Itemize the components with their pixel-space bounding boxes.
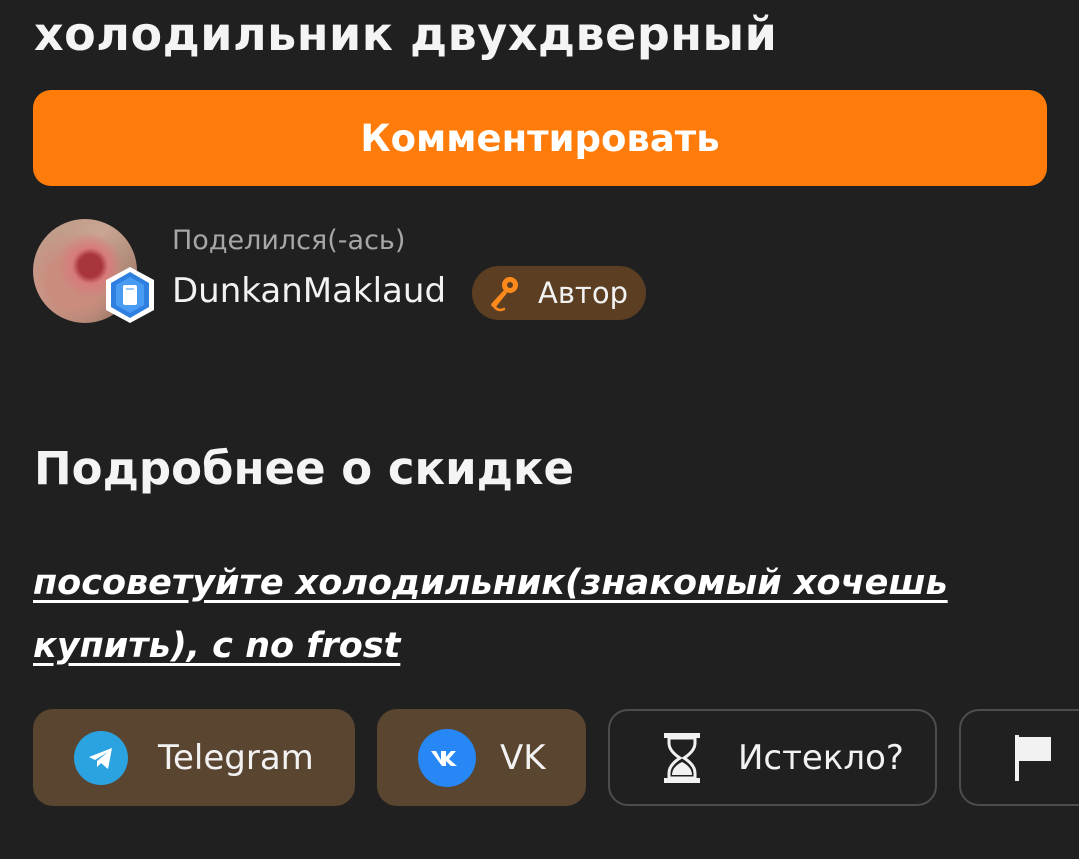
section-title: Подробнее о скидке (34, 442, 574, 495)
mark-expired-label: Истекло? (738, 737, 904, 778)
telegram-icon (74, 730, 128, 785)
microphone-icon (491, 277, 518, 312)
vk-icon (418, 728, 476, 787)
mark-expired-button[interactable]: Истекло? (608, 709, 937, 806)
hourglass-icon (664, 732, 700, 783)
hexagon-badge-icon (106, 267, 154, 323)
deal-description-link[interactable]: посоветуйте холодильник(знакомый хочешь … (33, 552, 993, 678)
comment-button[interactable]: Комментировать (33, 90, 1047, 186)
vk-share-button[interactable]: VK (377, 709, 586, 806)
report-button[interactable] (959, 709, 1079, 806)
deal-page: холодильник двухдверный Комментировать П… (0, 0, 1079, 859)
flag-icon (1015, 734, 1051, 781)
share-bar: Telegram VK Истекло? (33, 709, 1079, 808)
telegram-share-button[interactable]: Telegram (33, 709, 355, 806)
shared-by-label: Поделился(-ась) (172, 225, 406, 256)
deal-title: холодильник двухдверный (34, 7, 778, 61)
author-name[interactable]: DunkanMaklaud (172, 271, 446, 311)
vk-share-label: VK (500, 737, 546, 778)
author-info: Поделился(-ась) DunkanMaklaud Автор (33, 219, 733, 329)
telegram-share-label: Telegram (158, 737, 314, 778)
author-badge: Автор (472, 266, 646, 320)
author-badge-label: Автор (538, 276, 628, 310)
